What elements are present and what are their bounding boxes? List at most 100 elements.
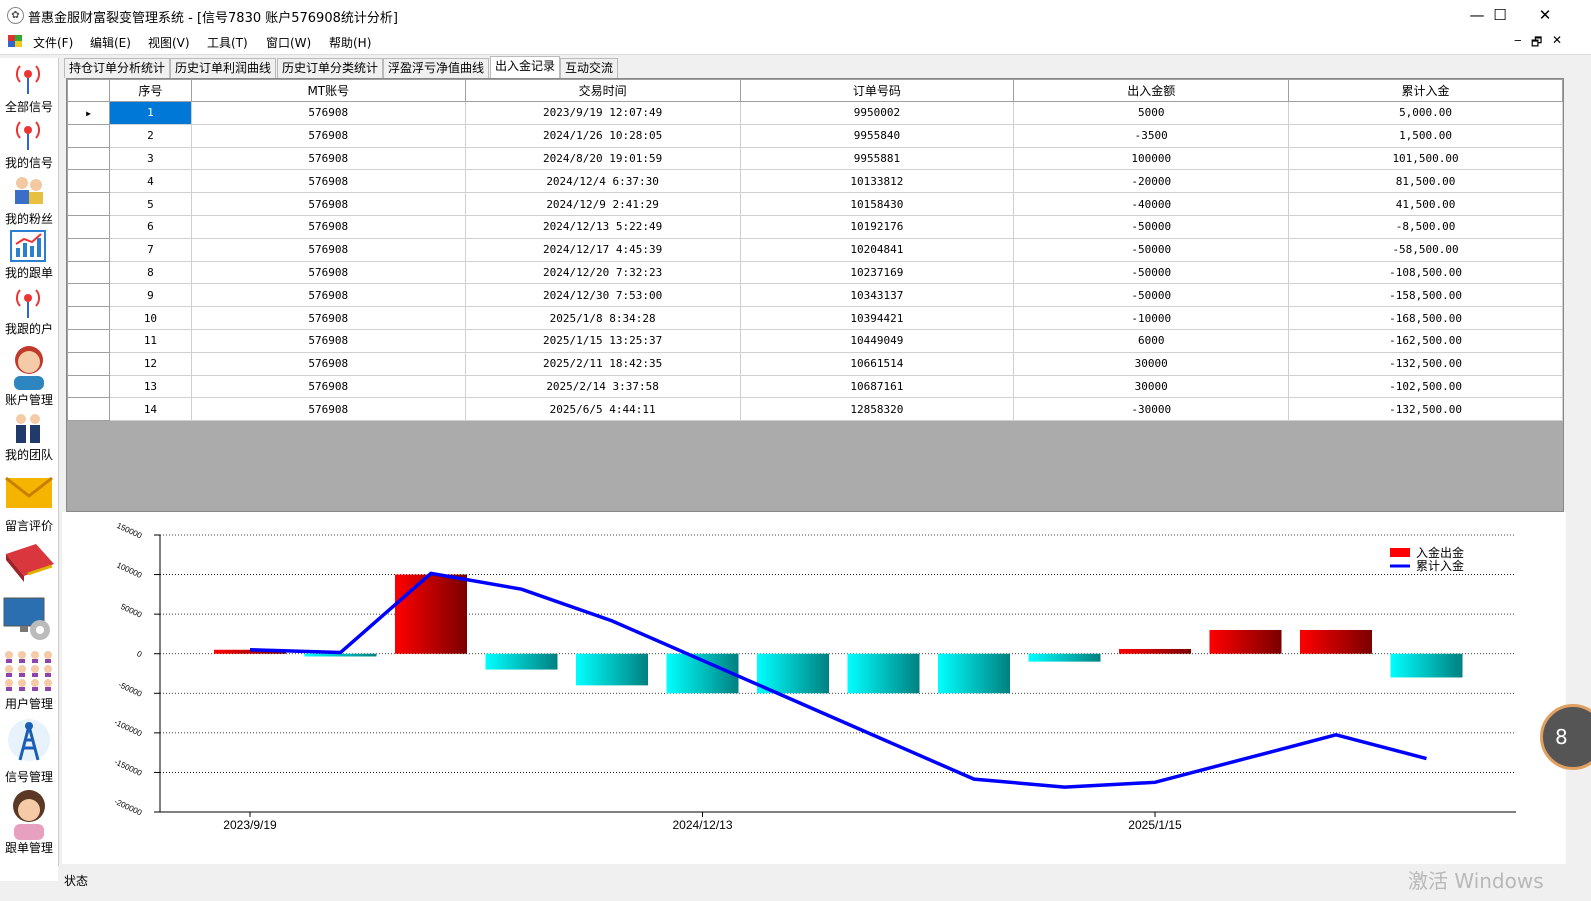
cell-cumulative[interactable]: -132,500.00 xyxy=(1288,397,1563,422)
row-header[interactable] xyxy=(67,237,110,262)
cell-mt-account[interactable]: 576908 xyxy=(190,146,466,171)
cell-amount[interactable]: -10000 xyxy=(1013,306,1290,330)
sidebar-item-my-signals[interactable]: 我的信号 xyxy=(0,118,58,172)
row-header[interactable] xyxy=(67,306,110,330)
cell-order-number[interactable]: 10449049 xyxy=(739,328,1015,353)
sidebar-item-computer-settings[interactable] xyxy=(0,596,58,650)
cell-seq[interactable]: 14 xyxy=(108,397,192,422)
cell-order-number[interactable]: 10343137 xyxy=(739,283,1015,308)
cell-amount[interactable]: -3500 xyxy=(1013,123,1290,148)
table-row[interactable]: 14 576908 2025/6/5 4:44:11 12858320 -30000 -1… xyxy=(67,397,1563,422)
mdi-close-button[interactable]: ✕ xyxy=(1552,33,1562,47)
cell-amount[interactable]: 6000 xyxy=(1013,328,1290,353)
cell-mt-account[interactable]: 576908 xyxy=(190,351,466,376)
cell-trade-time[interactable]: 2025/1/8 8:34:28 xyxy=(464,306,741,330)
table-row[interactable]: 4 576908 2024/12/4 6:37:30 10133812 -20000 81… xyxy=(67,169,1563,194)
table-row[interactable]: 9 576908 2024/12/30 7:53:00 10343137 -50000-… xyxy=(67,283,1563,308)
cell-cumulative[interactable]: -102,500.00 xyxy=(1288,374,1563,399)
cell-amount[interactable]: -40000 xyxy=(1013,192,1290,216)
cell-trade-time[interactable]: 2025/1/15 13:25:37 xyxy=(464,328,741,353)
menu-edit[interactable]: 编辑(E) xyxy=(90,34,131,51)
cell-mt-account[interactable]: 576908 xyxy=(190,169,466,194)
cell-amount[interactable]: -50000 xyxy=(1013,283,1290,308)
row-header[interactable] xyxy=(67,374,110,399)
table-row[interactable]: 10 576908 2025/1/8 8:34:28 10394421 -10000 -1… xyxy=(67,306,1563,330)
cell-trade-time[interactable]: 2023/9/19 12:07:49 xyxy=(464,101,741,125)
sidebar-item-follow-management[interactable]: 跟单管理 xyxy=(0,788,58,860)
cell-seq[interactable]: 7 xyxy=(108,237,192,262)
cell-mt-account[interactable]: 576908 xyxy=(190,260,466,285)
table-row[interactable]: 5 576908 2024/12/9 2:41:29 10158430 -40000 41… xyxy=(67,192,1563,216)
table-row[interactable]: 13 576908 2025/2/14 3:37:58 10687161 30000 -1… xyxy=(67,374,1563,399)
cell-amount[interactable]: -50000 xyxy=(1013,237,1290,262)
cell-mt-account[interactable]: 576908 xyxy=(190,192,466,216)
cell-order-number[interactable]: 10133812 xyxy=(739,169,1015,194)
cell-mt-account[interactable]: 576908 xyxy=(190,237,466,262)
table-row[interactable]: ▶ 1 576908 2023/9/19 12:07:49 9950002 5000 5,0… xyxy=(67,101,1563,125)
tab-history-category-stats[interactable]: 历史订单分类统计 xyxy=(277,58,384,78)
cell-cumulative[interactable]: -108,500.00 xyxy=(1288,260,1563,285)
cell-cumulative[interactable]: -132,500.00 xyxy=(1288,351,1563,376)
sidebar-item-book[interactable] xyxy=(0,540,58,592)
cell-order-number[interactable]: 10687161 xyxy=(739,374,1015,399)
cell-cumulative[interactable]: -162,500.00 xyxy=(1288,328,1563,353)
cell-mt-account[interactable]: 576908 xyxy=(190,328,466,353)
cell-cumulative[interactable]: 5,000.00 xyxy=(1288,101,1563,125)
menu-help[interactable]: 帮助(H) xyxy=(329,34,371,51)
sidebar-item-my-fans[interactable]: 我的粉丝 xyxy=(0,174,58,228)
cell-trade-time[interactable]: 2024/12/30 7:53:00 xyxy=(464,283,741,308)
cell-trade-time[interactable]: 2024/12/13 5:22:49 xyxy=(464,214,741,239)
cell-mt-account[interactable]: 576908 xyxy=(190,306,466,330)
cell-amount[interactable]: 100000 xyxy=(1013,146,1290,171)
cell-order-number[interactable]: 10158430 xyxy=(739,192,1015,216)
cell-order-number[interactable]: 9950002 xyxy=(739,101,1015,125)
cell-seq[interactable]: 12 xyxy=(108,351,192,376)
column-header-amount[interactable]: 出入金额 xyxy=(1013,79,1290,102)
cell-trade-time[interactable]: 2024/12/20 7:32:23 xyxy=(464,260,741,285)
column-header-trade-time[interactable]: 交易时间 xyxy=(464,79,741,102)
cell-cumulative[interactable]: 101,500.00 xyxy=(1288,146,1563,171)
tab-floating-equity-curve[interactable]: 浮盈浮亏净值曲线 xyxy=(383,58,490,78)
cell-amount[interactable]: -20000 xyxy=(1013,169,1290,194)
cell-trade-time[interactable]: 2024/12/9 2:41:29 xyxy=(464,192,741,216)
cell-order-number[interactable]: 10394421 xyxy=(739,306,1015,330)
cell-seq[interactable]: 6 xyxy=(108,214,192,239)
tab-interaction[interactable]: 互动交流 xyxy=(560,58,619,78)
menu-tools[interactable]: 工具(T) xyxy=(207,34,248,51)
row-header[interactable]: ▶ xyxy=(67,101,110,125)
cell-cumulative[interactable]: -168,500.00 xyxy=(1288,306,1563,330)
sidebar-item-my-follows[interactable]: 我的跟单 xyxy=(0,230,58,284)
cell-mt-account[interactable]: 576908 xyxy=(190,123,466,148)
sidebar-item-followed-accounts[interactable]: 我跟的户 xyxy=(0,286,58,340)
cell-order-number[interactable]: 10204841 xyxy=(739,237,1015,262)
row-header[interactable] xyxy=(67,397,110,422)
table-row[interactable]: 2 576908 2024/1/26 10:28:05 9955840 -3500 1,5… xyxy=(67,123,1563,148)
cell-mt-account[interactable]: 576908 xyxy=(190,374,466,399)
row-header[interactable] xyxy=(67,192,110,216)
row-header[interactable] xyxy=(67,328,110,353)
sidebar-item-user-management[interactable]: 用户管理 xyxy=(0,650,58,712)
cell-seq[interactable]: 8 xyxy=(108,260,192,285)
sidebar-item-all-signals[interactable]: 全部信号 xyxy=(0,62,58,116)
cell-amount[interactable]: -50000 xyxy=(1013,214,1290,239)
tab-history-profit-curve[interactable]: 历史订单利润曲线 xyxy=(170,58,277,78)
cell-trade-time[interactable]: 2025/2/11 18:42:35 xyxy=(464,351,741,376)
cell-trade-time[interactable]: 2024/12/4 6:37:30 xyxy=(464,169,741,194)
table-row[interactable]: 8 576908 2024/12/20 7:32:23 10237169 -50000-… xyxy=(67,260,1563,285)
cell-amount[interactable]: 30000 xyxy=(1013,351,1290,376)
cell-amount[interactable]: 30000 xyxy=(1013,374,1290,399)
cell-amount[interactable]: 5000 xyxy=(1013,101,1290,125)
table-row[interactable]: 7 576908 2024/12/17 4:45:39 10204841 -50000-… xyxy=(67,237,1563,262)
cell-order-number[interactable]: 10237169 xyxy=(739,260,1015,285)
cell-seq[interactable]: 4 xyxy=(108,169,192,194)
cell-trade-time[interactable]: 2024/8/20 19:01:59 xyxy=(464,146,741,171)
cell-seq[interactable]: 9 xyxy=(108,283,192,308)
cell-seq[interactable]: 13 xyxy=(108,374,192,399)
table-row[interactable]: 3 576908 2024/8/20 19:01:59 9955881 100000 10… xyxy=(67,146,1563,171)
row-header[interactable] xyxy=(67,214,110,239)
cell-trade-time[interactable]: 2025/6/5 4:44:11 xyxy=(464,397,741,422)
cell-order-number[interactable]: 12858320 xyxy=(739,397,1015,422)
cell-amount[interactable]: -30000 xyxy=(1013,397,1290,422)
sidebar-item-account-management[interactable]: 账户管理 xyxy=(0,342,58,408)
cell-amount[interactable]: -50000 xyxy=(1013,260,1290,285)
